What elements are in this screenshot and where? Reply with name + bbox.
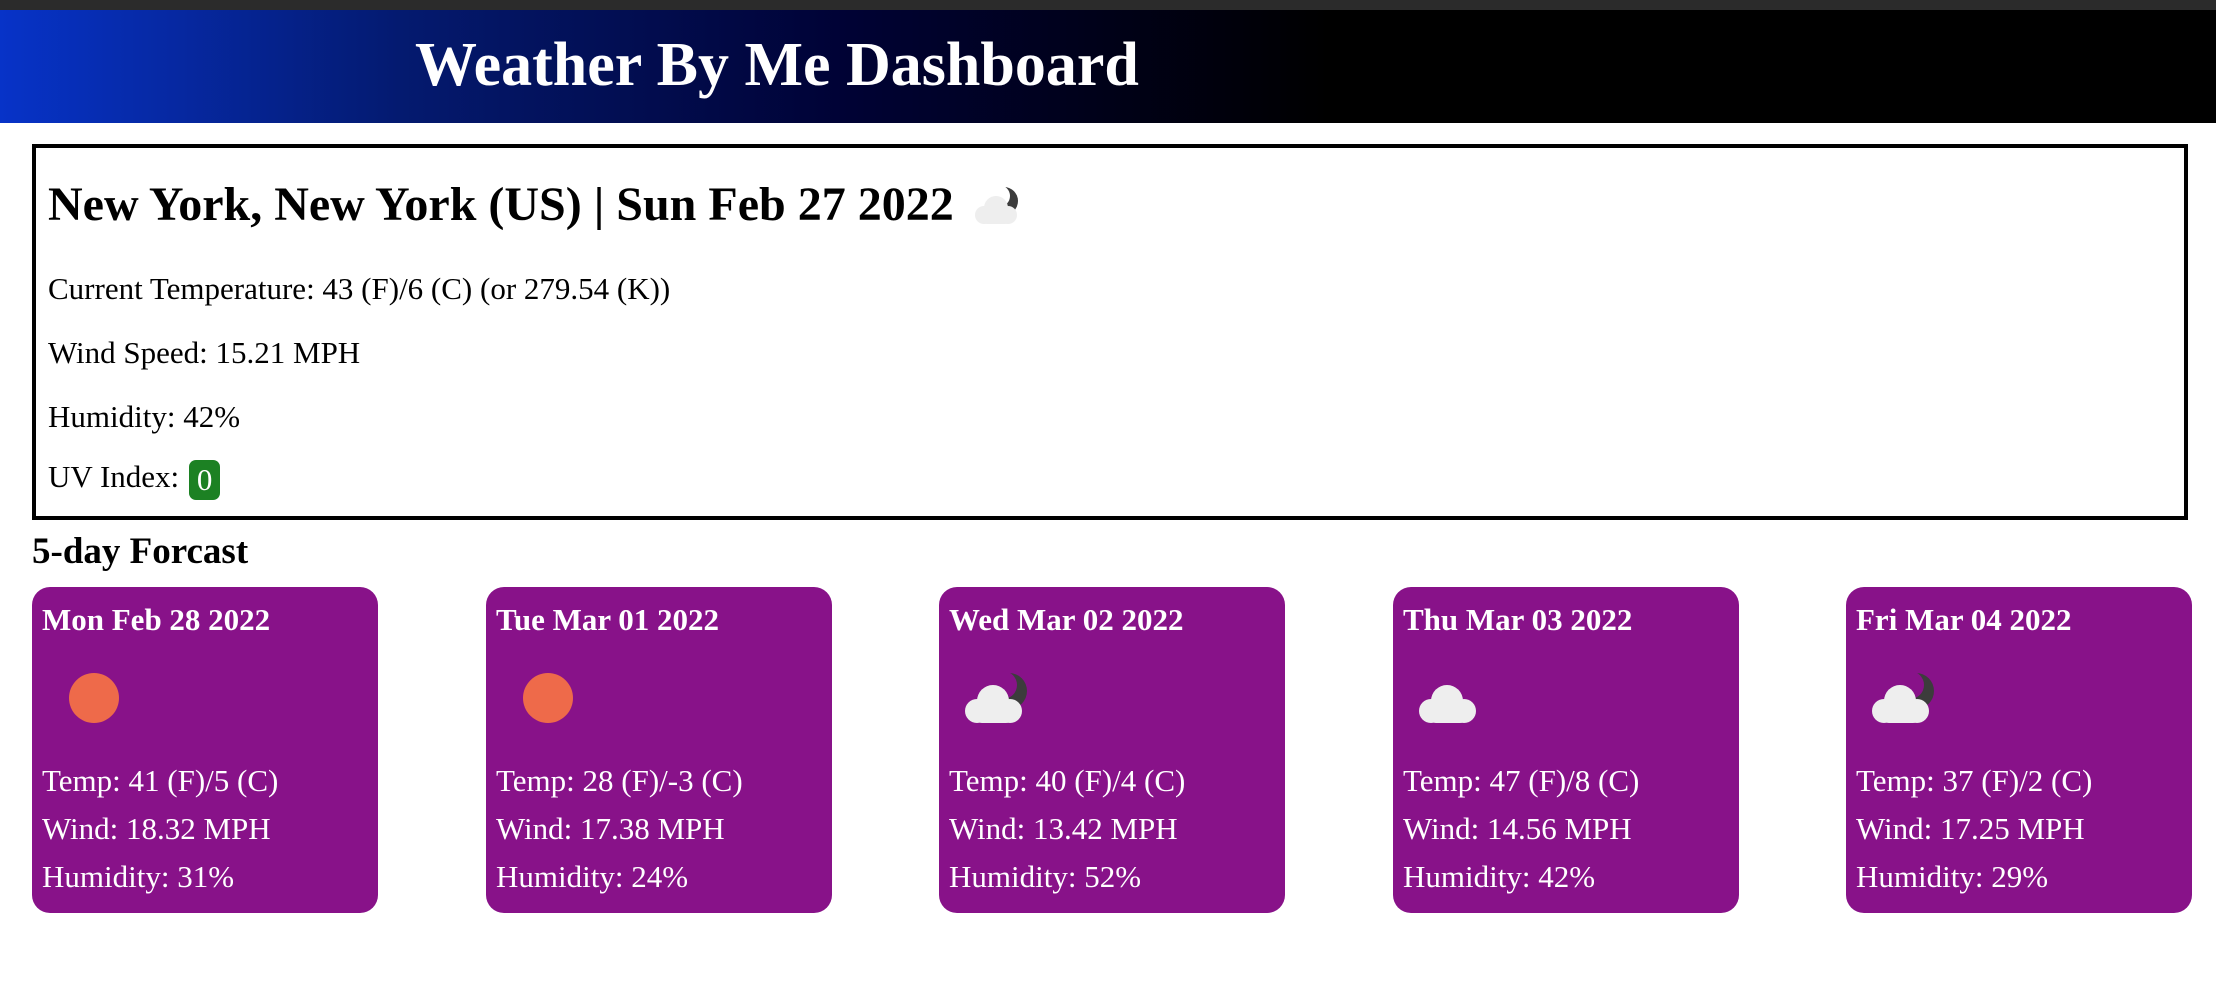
current-city-title: New York, New York (US) | Sun Feb 27 202… bbox=[48, 176, 1030, 234]
partly-cloudy-night-icon bbox=[968, 179, 1030, 231]
forecast-wind: Wind: 13.42 MPH bbox=[949, 811, 1178, 846]
forecast-card: Mon Feb 28 2022 Temp: 41 (F)/5 (C) Wind:… bbox=[32, 587, 378, 913]
sun-icon bbox=[48, 663, 132, 733]
forecast-humidity: Humidity: 31% bbox=[42, 859, 235, 894]
uv-index-label: UV Index: bbox=[48, 459, 180, 494]
sun-icon bbox=[502, 663, 586, 733]
current-city-date: New York, New York (US) | Sun Feb 27 202… bbox=[48, 178, 954, 231]
forecast-humidity: Humidity: 29% bbox=[1856, 859, 2049, 894]
forecast-temp: Temp: 47 (F)/8 (C) bbox=[1403, 763, 1640, 798]
page-title: Weather By Me Dashboard bbox=[415, 31, 1139, 99]
forecast-wind: Wind: 17.38 MPH bbox=[496, 811, 725, 846]
current-temperature: Current Temperature: 43 (F)/6 (C) (or 27… bbox=[48, 271, 671, 306]
forecast-temp: Temp: 41 (F)/5 (C) bbox=[42, 763, 279, 798]
forecast-wind: Wind: 18.32 MPH bbox=[42, 811, 271, 846]
cloud-icon bbox=[1409, 663, 1493, 733]
forecast-card: Wed Mar 02 2022 Temp: 40 (F)/4 (C) Wind:… bbox=[939, 587, 1285, 913]
forecast-wind: Wind: 17.25 MPH bbox=[1856, 811, 2085, 846]
forecast-temp: Temp: 40 (F)/4 (C) bbox=[949, 763, 1186, 798]
forecast-card: Tue Mar 01 2022 Temp: 28 (F)/-3 (C) Wind… bbox=[486, 587, 832, 913]
partly-cloudy-night-icon bbox=[955, 663, 1039, 733]
forecast-date: Tue Mar 01 2022 bbox=[496, 602, 720, 637]
forecast-card: Thu Mar 03 2022 Temp: 47 (F)/8 (C) Wind:… bbox=[1393, 587, 1739, 913]
dashboard-header: Weather By Me Dashboard bbox=[0, 10, 2216, 123]
partly-cloudy-night-icon bbox=[1862, 663, 1946, 733]
uv-index-badge: 0 bbox=[188, 459, 221, 500]
current-humidity: Humidity: 42% bbox=[48, 399, 241, 434]
forecast-wind: Wind: 14.56 MPH bbox=[1403, 811, 1632, 846]
forecast-temp: Temp: 28 (F)/-3 (C) bbox=[496, 763, 743, 798]
browser-top-strip bbox=[0, 0, 2216, 10]
forecast-date: Thu Mar 03 2022 bbox=[1403, 602, 1633, 637]
forecast-date: Fri Mar 04 2022 bbox=[1856, 602, 2072, 637]
forecast-humidity: Humidity: 52% bbox=[949, 859, 1142, 894]
forecast-date: Wed Mar 02 2022 bbox=[949, 602, 1184, 637]
forecast-humidity: Humidity: 24% bbox=[496, 859, 689, 894]
forecast-temp: Temp: 37 (F)/2 (C) bbox=[1856, 763, 2093, 798]
current-wind-speed: Wind Speed: 15.21 MPH bbox=[48, 335, 361, 370]
current-uv-index: UV Index: 0 bbox=[48, 458, 221, 500]
forecast-heading: 5-day Forcast bbox=[32, 531, 249, 572]
forecast-humidity: Humidity: 42% bbox=[1403, 859, 1596, 894]
forecast-card: Fri Mar 04 2022 Temp: 37 (F)/2 (C) Wind:… bbox=[1846, 587, 2192, 913]
current-weather-panel: New York, New York (US) | Sun Feb 27 202… bbox=[32, 144, 2188, 520]
forecast-date: Mon Feb 28 2022 bbox=[42, 602, 271, 637]
